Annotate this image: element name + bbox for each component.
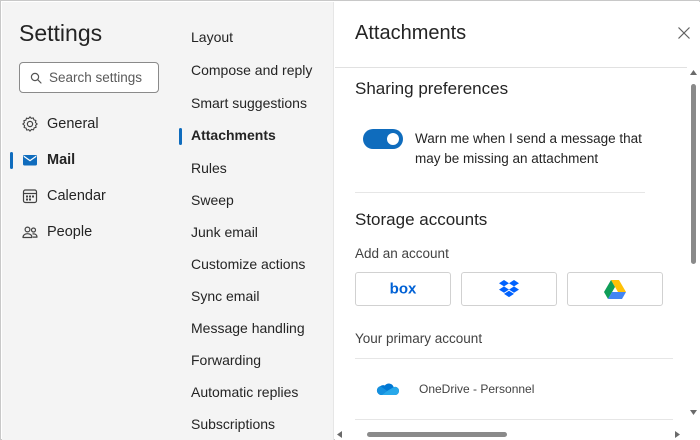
subnav-item-compose-and-reply[interactable]: Compose and reply xyxy=(168,55,333,85)
settings-window: Settings General xyxy=(0,0,700,440)
dropbox-icon xyxy=(499,280,519,298)
page-title: Attachments xyxy=(355,22,467,44)
scroll-down-arrow-icon[interactable] xyxy=(690,410,697,415)
settings-title: Settings xyxy=(19,20,103,46)
add-google-drive-account-button[interactable] xyxy=(567,272,663,306)
box-logo: box xyxy=(390,281,417,297)
storage-accounts-heading: Storage accounts xyxy=(355,210,488,229)
calendar-icon xyxy=(20,186,40,206)
mail-icon xyxy=(20,150,40,170)
search-box[interactable] xyxy=(19,62,159,93)
subnav-item-attachments[interactable]: Attachments xyxy=(168,120,333,150)
gear-icon xyxy=(20,114,40,134)
nav-item-calendar[interactable]: Calendar xyxy=(3,180,168,212)
svg-text:box: box xyxy=(390,281,417,297)
scroll-left-arrow-icon[interactable] xyxy=(337,431,342,438)
nav-item-label: Calendar xyxy=(47,188,106,204)
search-icon xyxy=(30,72,42,84)
nav-item-label: General xyxy=(47,116,99,132)
nav-item-general[interactable]: General xyxy=(3,108,168,140)
subnav-item-layout[interactable]: Layout xyxy=(168,22,333,52)
subnav-item-rules[interactable]: Rules xyxy=(168,153,333,183)
nav-item-label: Mail xyxy=(47,152,76,168)
nav-item-label: People xyxy=(47,224,93,240)
onedrive-icon xyxy=(376,383,400,396)
sharing-preferences-heading: Sharing preferences xyxy=(355,79,509,98)
add-box-account-button[interactable]: box xyxy=(355,272,451,306)
nav-item-people[interactable]: People xyxy=(3,216,168,248)
subnav-item-smart-suggestions[interactable]: Smart suggestions xyxy=(168,88,333,118)
subnav-item-subscriptions[interactable]: Subscriptions xyxy=(168,409,333,439)
settings-nav: Settings General xyxy=(2,2,168,440)
subnav-item-customize-actions[interactable]: Customize actions xyxy=(168,249,333,279)
header-divider xyxy=(335,67,687,68)
missing-attachment-toggle[interactable] xyxy=(363,129,403,149)
nav-item-mail[interactable]: Mail xyxy=(3,144,168,176)
primary-account-row[interactable]: OneDrive - Personnel xyxy=(355,358,673,420)
vertical-scrollbar[interactable] xyxy=(687,68,699,424)
add-account-label: Add an account xyxy=(355,246,449,261)
subnav-item-sweep[interactable]: Sweep xyxy=(168,185,333,215)
subnav-item-automatic-replies[interactable]: Automatic replies xyxy=(168,377,333,407)
toggle-knob xyxy=(387,133,399,145)
subnav-item-junk-email[interactable]: Junk email xyxy=(168,217,333,247)
people-icon xyxy=(20,222,40,242)
mail-subnav: Layout Compose and reply Smart suggestio… xyxy=(168,2,334,440)
subnav-item-forwarding[interactable]: Forwarding xyxy=(168,345,333,375)
primary-account-name: OneDrive - Personnel xyxy=(419,382,535,396)
vertical-scroll-thumb[interactable] xyxy=(691,84,696,264)
primary-account-label: Your primary account xyxy=(355,331,483,346)
add-dropbox-account-button[interactable] xyxy=(461,272,557,306)
subnav-item-message-handling[interactable]: Message handling xyxy=(168,313,333,343)
attachments-panel: Attachments Sharing preferences Warn me … xyxy=(335,2,700,440)
close-button[interactable] xyxy=(673,22,695,44)
google-drive-icon xyxy=(604,279,626,299)
horizontal-scroll-thumb[interactable] xyxy=(367,432,507,437)
horizontal-scrollbar[interactable] xyxy=(335,428,687,440)
section-divider xyxy=(355,192,645,193)
missing-attachment-label: Warn me when I send a message that may b… xyxy=(415,131,642,166)
subnav-item-sync-email[interactable]: Sync email xyxy=(168,281,333,311)
scroll-right-arrow-icon[interactable] xyxy=(675,431,680,438)
close-icon xyxy=(678,27,690,39)
scroll-up-arrow-icon[interactable] xyxy=(690,70,697,75)
search-input[interactable] xyxy=(49,70,159,85)
